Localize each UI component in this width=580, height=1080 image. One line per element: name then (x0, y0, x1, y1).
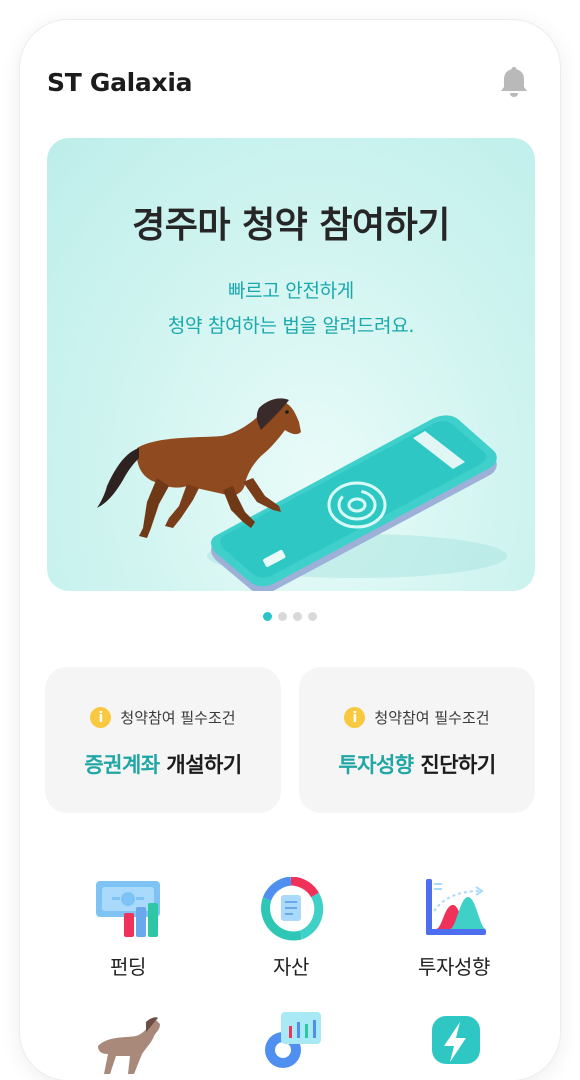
menu-label: 투자성향 (418, 955, 490, 979)
app-title: ST Galaxia (47, 68, 193, 97)
banner-subtitle-line2: 청약 참여하는 법을 알려드려요. (167, 315, 415, 337)
menu-item-horse[interactable] (48, 1010, 208, 1080)
banner-pagination (263, 612, 317, 621)
menu-item-assets[interactable]: 자산 (211, 877, 371, 987)
banner-subtitle-line1: 빠르고 안전하게 (227, 280, 354, 302)
card-action-text: 투자성향 진단하기 (299, 749, 535, 779)
pagination-dot-3[interactable] (293, 612, 302, 621)
menu-label: 자산 (273, 955, 309, 979)
investment-tendency-icon (426, 879, 486, 935)
info-icon: i (344, 707, 366, 728)
pagination-dot-4[interactable] (308, 612, 317, 621)
open-account-card[interactable]: i 청약참여 필수조건 증권계좌 개설하기 (45, 667, 281, 813)
pagination-dot-2[interactable] (278, 612, 287, 621)
menu-item-lightning[interactable] (374, 1010, 534, 1080)
investment-tendency-card[interactable]: i 청약참여 필수조건 투자성향 진단하기 (299, 667, 535, 813)
banner-title: 경주마 청약 참여하기 (132, 205, 450, 246)
app-header: ST Galaxia (20, 20, 560, 130)
card-rest: 진단하기 (413, 753, 496, 777)
funding-icon (96, 881, 160, 937)
requirement-row: i 청약참여 필수조건 (45, 707, 281, 728)
bell-icon[interactable] (498, 65, 530, 99)
requirement-text: 청약참여 필수조건 (374, 709, 490, 727)
menu-item-funding[interactable]: 펀딩 (48, 877, 208, 987)
horse-and-phone-illustration (97, 398, 507, 591)
menu-item-investment-tendency[interactable]: 투자성향 (374, 877, 534, 987)
promo-banner[interactable]: 경주마 청약 참여하기 빠르고 안전하게 청약 참여하는 법을 알려드려요. (47, 138, 535, 591)
requirement-text: 청약참여 필수조건 (120, 709, 236, 727)
card-highlight: 증권계좌 (84, 753, 160, 777)
info-icon: i (90, 707, 112, 728)
menu-label: 펀딩 (110, 955, 146, 979)
pagination-dot-1[interactable] (263, 612, 272, 621)
phone-frame: ST Galaxia 경주마 청약 참여하기 빠르고 안전하게 청약 참여하는 … (20, 20, 560, 1080)
requirement-row: i 청약참여 필수조건 (299, 707, 535, 728)
lightning-icon (432, 1016, 480, 1064)
card-rest: 개설하기 (159, 753, 242, 777)
assets-icon (261, 877, 324, 941)
menu-item-settings-chart[interactable] (211, 1010, 371, 1080)
settings-chart-icon (265, 1012, 321, 1068)
card-action-text: 증권계좌 개설하기 (45, 749, 281, 779)
horse-icon (98, 1017, 160, 1074)
card-highlight: 투자성향 (338, 753, 414, 777)
